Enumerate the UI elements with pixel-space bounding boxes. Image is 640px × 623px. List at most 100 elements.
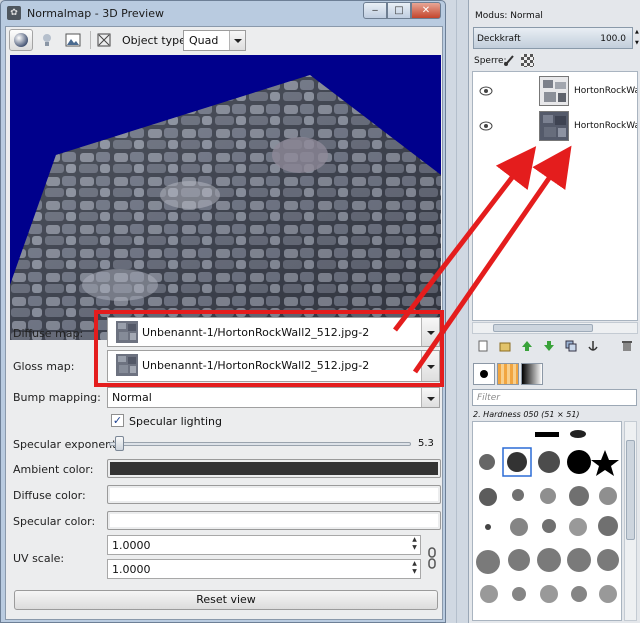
scrollbar-thumb[interactable] xyxy=(493,324,593,332)
opacity-label: Deckkraft xyxy=(477,34,521,44)
scrollbar-thumb[interactable] xyxy=(626,440,635,540)
uv-scale-u-input[interactable]: 1.0000 ▲ ▼ xyxy=(107,535,421,555)
diffuse-color-label: Diffuse color: xyxy=(13,489,86,502)
chain-link-icon[interactable] xyxy=(427,547,437,569)
layer-thumbnail xyxy=(539,76,569,106)
anchor-icon[interactable] xyxy=(587,340,599,352)
brush-scrollbar[interactable] xyxy=(624,421,637,621)
gloss-map-label: Gloss map: xyxy=(13,360,75,373)
layer-row[interactable]: HortonRockWall2 xyxy=(473,74,637,110)
uv-scale-label: UV scale: xyxy=(13,552,65,565)
spin-arrows-icon[interactable]: ▲ ▼ xyxy=(635,27,640,49)
brush-filter-placeholder: Filter xyxy=(477,393,500,403)
lower-layer-icon[interactable] xyxy=(543,340,555,352)
toolbar: Object type: Quad xyxy=(6,27,442,55)
object-type-select[interactable]: Quad xyxy=(183,30,246,51)
toolbar-separator xyxy=(90,31,91,49)
uv-scale-v-input[interactable]: 1.0000 ▲ ▼ xyxy=(107,559,421,579)
gimp-icon: ✿ xyxy=(7,6,21,20)
window-gap xyxy=(446,0,468,623)
raise-layer-icon[interactable] xyxy=(521,340,533,352)
diffuse-map-label: Diffuse map: xyxy=(13,327,84,340)
3d-viewport[interactable] xyxy=(10,55,441,340)
specular-lighting-checkbox[interactable]: ✓ xyxy=(111,414,124,427)
chevron-down-icon xyxy=(229,31,245,50)
specular-color-label: Specular color: xyxy=(13,515,96,528)
brushes-tab[interactable] xyxy=(473,363,495,385)
paintbrush-icon[interactable] xyxy=(503,55,515,67)
sphere-view-button[interactable] xyxy=(9,29,33,51)
chevron-down-icon xyxy=(421,318,439,346)
object-type-label: Object type: xyxy=(122,34,190,47)
layer-thumbnail xyxy=(539,111,569,141)
layer-mode-select[interactable]: Modus: Normal xyxy=(469,8,640,26)
image-icon xyxy=(65,33,81,47)
fullscreen-icon xyxy=(97,33,111,47)
eye-icon[interactable] xyxy=(479,121,493,131)
alpha-lock-icon[interactable] xyxy=(521,54,534,67)
eye-icon[interactable] xyxy=(479,86,493,96)
image-button[interactable] xyxy=(61,29,85,51)
ambient-color-button[interactable] xyxy=(107,459,441,478)
selected-brush-name: 2. Hardness 050 (51 × 51) xyxy=(473,410,580,419)
ambient-color-swatch xyxy=(110,462,438,475)
brush-grid[interactable] xyxy=(472,421,622,621)
specular-exponent-slider[interactable] xyxy=(109,442,411,446)
specular-color-button[interactable] xyxy=(107,511,441,530)
bump-mapping-label: Bump mapping: xyxy=(13,391,101,404)
gloss-map-value: Unbenannt-1/HortonRockWall2_512.jpg-2 xyxy=(142,359,370,372)
opacity-slider[interactable]: Deckkraft 100.0 xyxy=(473,27,633,49)
bump-mapping-select[interactable]: Normal xyxy=(107,387,440,408)
diffuse-color-button[interactable] xyxy=(107,485,441,504)
gradients-tab[interactable] xyxy=(521,363,543,385)
slider-handle[interactable] xyxy=(115,436,124,451)
brush-tab-bar xyxy=(469,362,640,386)
object-type-value: Quad xyxy=(189,34,219,47)
light-icon xyxy=(43,34,51,46)
new-layer-icon[interactable] xyxy=(477,340,489,352)
brush-previews xyxy=(476,430,619,603)
uv-scale-u-value: 1.0000 xyxy=(112,539,151,552)
specular-color-swatch xyxy=(110,514,438,527)
divider xyxy=(456,0,457,623)
fullscreen-button[interactable] xyxy=(92,29,116,51)
diffuse-color-swatch xyxy=(110,488,438,501)
layer-toolbar xyxy=(469,338,640,356)
chevron-down-icon xyxy=(421,388,439,407)
maximize-button[interactable]: □ xyxy=(387,2,411,19)
trash-icon[interactable] xyxy=(621,340,633,352)
layers-dock: Modus: Normal Deckkraft 100.0 ▲ ▼ Sperre:… xyxy=(468,0,640,623)
window-client: Object type: Quad Diffuse map: Unbenannt… xyxy=(5,26,443,620)
diffuse-map-select[interactable]: Unbenannt-1/HortonRockWall2_512.jpg-2 xyxy=(107,317,440,347)
rock-wall-render xyxy=(10,75,441,340)
layer-mode-label: Modus: Normal xyxy=(475,11,543,21)
spin-arrows-icon[interactable]: ▲ ▼ xyxy=(409,560,420,578)
gloss-map-thumbnail xyxy=(116,354,138,376)
spin-arrows-icon[interactable]: ▲ ▼ xyxy=(409,536,420,554)
diffuse-map-value: Unbenannt-1/HortonRockWall2_512.jpg-2 xyxy=(142,326,370,339)
chevron-down-icon xyxy=(421,351,439,381)
layer-row[interactable]: HortonRockWall2 xyxy=(473,109,637,145)
layer-name: HortonRockWall2 xyxy=(574,121,637,131)
reset-view-button[interactable]: Reset view xyxy=(14,590,438,610)
patterns-tab[interactable] xyxy=(497,363,519,385)
window-title: Normalmap - 3D Preview xyxy=(27,7,164,20)
title-bar[interactable]: ✿ Normalmap - 3D Preview ‒ □ ✕ xyxy=(1,1,445,25)
layer-name: HortonRockWall2 xyxy=(574,86,637,96)
diffuse-map-thumbnail xyxy=(116,321,138,343)
uv-scale-v-value: 1.0000 xyxy=(112,563,151,576)
close-button[interactable]: ✕ xyxy=(411,2,441,19)
opacity-value: 100.0 xyxy=(600,34,626,44)
minimize-button[interactable]: ‒ xyxy=(363,2,387,19)
specular-exponent-value: 5.3 xyxy=(418,438,434,449)
layer-scrollbar[interactable] xyxy=(472,322,638,334)
folder-icon[interactable] xyxy=(499,340,511,352)
lock-label: Sperre: xyxy=(474,56,507,66)
ambient-color-label: Ambient color: xyxy=(13,463,94,476)
brush-dot-icon xyxy=(480,370,488,378)
brush-filter-input[interactable]: Filter xyxy=(472,389,637,406)
light-button[interactable] xyxy=(35,29,59,51)
gloss-map-select[interactable]: Unbenannt-1/HortonRockWall2_512.jpg-2 xyxy=(107,350,440,382)
specular-exponent-label: Specular exponent: xyxy=(13,438,121,451)
duplicate-layer-icon[interactable] xyxy=(565,340,577,352)
